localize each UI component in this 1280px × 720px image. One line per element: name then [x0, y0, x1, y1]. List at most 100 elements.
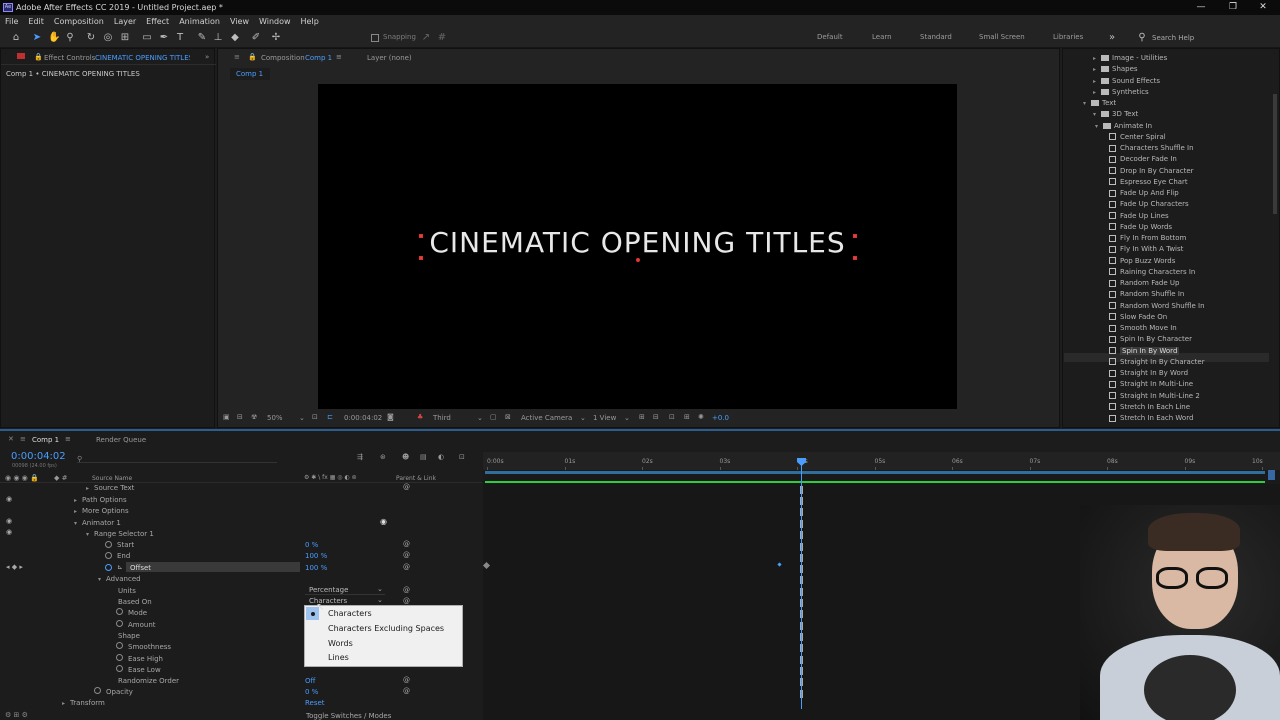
advanced-row[interactable]: ▾ Advanced — [98, 575, 141, 583]
transform-reset[interactable]: Reset — [305, 699, 325, 707]
add-menu-icon[interactable]: ◉ — [380, 517, 387, 526]
stopwatch-icon[interactable] — [116, 665, 123, 672]
expression-pickwhip-icon[interactable]: @ — [403, 676, 410, 684]
work-area-end-handle[interactable] — [1268, 470, 1275, 480]
menu-composition[interactable]: Composition — [49, 15, 109, 28]
chevron-down-icon[interactable]: ⌄ — [299, 414, 305, 422]
comp-subtab[interactable]: Comp 1 — [230, 68, 270, 80]
stopwatch-icon[interactable] — [116, 620, 123, 627]
expression-pickwhip-icon[interactable]: @ — [403, 483, 410, 491]
composition-tab-label[interactable]: Composition — [261, 54, 305, 62]
comp-menu-icon[interactable]: ≡ — [336, 53, 342, 61]
panel-close-icon[interactable]: ✕ — [8, 435, 14, 443]
effect-controls-tab[interactable]: Effect Controls — [44, 54, 95, 62]
stopwatch-icon[interactable] — [105, 541, 112, 548]
fit-icon[interactable]: ⊡ — [312, 413, 318, 421]
reset-exposure-icon[interactable]: ✺ — [698, 413, 704, 421]
source-text-row[interactable]: ▸ Source Text — [86, 484, 134, 492]
stopwatch-icon[interactable] — [105, 564, 112, 571]
mask-icon[interactable]: ☢ — [251, 413, 257, 421]
effect-preset-item[interactable]: Fade Up Words — [1109, 223, 1172, 231]
puppet-tool-icon[interactable]: ✢ — [270, 32, 282, 44]
eye-icon[interactable]: ◉ — [6, 528, 12, 536]
layer-tab[interactable]: Layer (none) — [367, 54, 412, 62]
end-value[interactable]: 100 % — [305, 552, 327, 560]
effect-preset-item[interactable]: Fly In From Bottom — [1109, 234, 1186, 242]
lock-icon[interactable]: 🔒 — [248, 53, 257, 61]
motion-blur-icon[interactable]: ◐ — [438, 453, 444, 461]
toggle-pixel-icon[interactable]: ⊞ — [639, 413, 645, 421]
channel-icon[interactable]: ♣ — [417, 413, 423, 421]
more-options-row[interactable]: ▸ More Options — [74, 507, 129, 515]
timeline-tab-comp[interactable]: Comp 1 — [32, 436, 59, 444]
scrollbar[interactable] — [1273, 94, 1277, 214]
zoom-tool-icon[interactable]: ⚲ — [64, 32, 76, 44]
expression-pickwhip-icon[interactable]: @ — [403, 597, 410, 605]
stopwatch-icon[interactable] — [105, 552, 112, 559]
stopwatch-icon[interactable] — [116, 608, 123, 615]
toggle-switches-modes[interactable]: Toggle Switches / Modes — [306, 712, 391, 720]
graph-icon[interactable]: ⊾ — [117, 563, 123, 571]
option-characters[interactable]: Characters — [328, 609, 372, 618]
panel-menu-icon[interactable]: ≡ — [20, 435, 26, 443]
eye-icon[interactable]: ◉ — [6, 495, 12, 503]
effect-preset-item[interactable]: Slow Fade On — [1109, 313, 1167, 321]
camera-tool-icon[interactable]: ◎ — [102, 32, 114, 44]
effect-preset-item[interactable]: Random Fade Up — [1109, 279, 1179, 287]
effect-category-item[interactable]: ▸ Image - Utilities — [1093, 54, 1167, 62]
effect-preset-item[interactable]: Straight In Multi-Line — [1109, 380, 1193, 388]
chevron-down-icon[interactable]: ⌄ — [580, 414, 586, 422]
flowchart-icon[interactable]: ⊟ — [653, 413, 659, 421]
snapping-checkbox[interactable] — [371, 34, 379, 42]
graph-editor-icon[interactable]: ⊡ — [459, 453, 465, 461]
effect-category-item[interactable]: ▸ Sound Effects — [1093, 77, 1160, 85]
workspace-standard[interactable]: Standard — [920, 33, 952, 41]
effect-preset-item[interactable]: Raining Characters In — [1109, 268, 1195, 276]
option-lines[interactable]: Lines — [328, 653, 349, 662]
more-workspaces-icon[interactable]: » — [1106, 32, 1118, 44]
offset-value[interactable]: 100 % — [305, 564, 327, 572]
layer-handle[interactable] — [419, 256, 423, 260]
frame-blending-icon[interactable]: ▤ — [420, 453, 427, 461]
effect-preset-item[interactable]: Stretch In Each Word — [1109, 414, 1193, 422]
effect-preset-item[interactable]: Random Shuffle In — [1109, 290, 1184, 298]
chevron-down-icon[interactable]: ⌄ — [624, 414, 630, 422]
effect-category-item[interactable]: ▾ Animate In — [1095, 122, 1152, 130]
transform-row[interactable]: ▸ Transform — [62, 699, 105, 707]
effect-preset-item[interactable]: Pop Buzz Words — [1109, 257, 1175, 265]
effect-preset-item[interactable]: Characters Shuffle In — [1109, 144, 1194, 152]
fast-preview-icon[interactable]: ⊡ — [669, 413, 675, 421]
effect-preset-item[interactable]: Stretch In Each Line — [1109, 403, 1190, 411]
menu-layer[interactable]: Layer — [109, 15, 141, 28]
units-dropdown[interactable]: Percentage ⌄ — [305, 585, 385, 595]
safe-zones-icon[interactable]: ⊏ — [327, 413, 333, 421]
effect-preset-item[interactable]: Decoder Fade In — [1109, 155, 1177, 163]
lock-icon[interactable]: 🔒 — [34, 53, 43, 61]
composition-viewer[interactable]: CINEMATIC OPENING TITLES — [318, 84, 957, 409]
timeline-timecode[interactable]: 0:00:04:02 — [11, 451, 66, 462]
start-value[interactable]: 0 % — [305, 541, 318, 549]
expression-pickwhip-icon[interactable]: @ — [403, 551, 410, 559]
selection-tool-icon[interactable]: ➤ — [31, 32, 43, 44]
effect-preset-item[interactable]: Fade Up Characters — [1109, 200, 1189, 208]
animator-row[interactable]: ▾ Animator 1 — [74, 519, 121, 527]
path-options-row[interactable]: ▸ Path Options — [74, 496, 127, 504]
restore-button[interactable]: ❐ — [1216, 0, 1250, 15]
workspace-default[interactable]: Default — [817, 33, 843, 41]
work-area-bar[interactable] — [485, 471, 1265, 474]
home-icon[interactable]: ⌂ — [10, 32, 22, 44]
type-tool-icon[interactable]: T — [174, 32, 186, 44]
effect-category-item[interactable]: ▾ Text — [1083, 99, 1116, 107]
exposure-value[interactable]: +0.0 — [712, 414, 729, 422]
composition-tab-comp[interactable]: Comp 1 — [305, 54, 332, 62]
current-time-indicator[interactable] — [801, 459, 802, 709]
effect-preset-item[interactable]: Drop In By Character — [1109, 167, 1194, 175]
parent-link-header[interactable]: Parent & Link — [396, 475, 436, 482]
transparency-icon[interactable]: ⊠ — [505, 413, 511, 421]
effect-preset-item[interactable]: Fade Up And Flip — [1109, 189, 1179, 197]
snapshot-icon[interactable]: ◙ — [387, 413, 394, 421]
effect-preset-item[interactable]: Spin In By Character — [1109, 335, 1192, 343]
effect-category-item[interactable]: ▸ Shapes — [1093, 65, 1138, 73]
effect-preset-item[interactable]: Random Word Shuffle In — [1109, 302, 1205, 310]
expression-pickwhip-icon[interactable]: @ — [403, 687, 410, 695]
